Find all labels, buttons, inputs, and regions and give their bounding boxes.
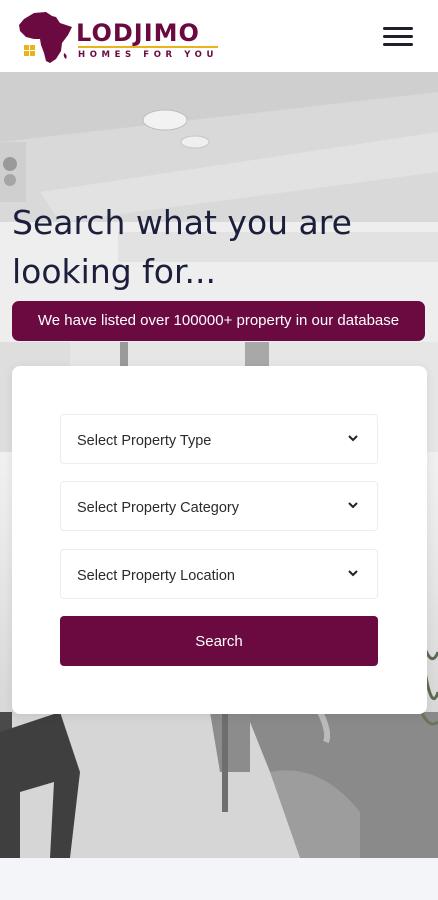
chevron-down-icon bbox=[348, 502, 358, 509]
hero-section: Search what you are looking for... We ha… bbox=[0, 72, 438, 858]
hamburger-icon bbox=[383, 43, 413, 46]
property-type-select[interactable]: Select Property Type bbox=[60, 414, 378, 464]
listing-count-banner: We have listed over 100000+ property in … bbox=[12, 301, 425, 341]
property-category-select[interactable]: Select Property Category bbox=[60, 481, 378, 531]
site-header: LODJIMO HOMES FOR YOU bbox=[0, 0, 438, 72]
chevron-down-icon bbox=[348, 570, 358, 577]
hero-headline: Search what you are looking for... bbox=[12, 203, 352, 291]
page-bottom-strip bbox=[0, 858, 438, 900]
property-type-label: Select Property Type bbox=[77, 433, 212, 449]
property-category-label: Select Property Category bbox=[77, 500, 239, 516]
chevron-down-icon bbox=[348, 435, 358, 442]
brand-logo[interactable]: LODJIMO HOMES FOR YOU bbox=[16, 9, 236, 65]
search-form-card: Select Property Type Select Property Cat… bbox=[12, 366, 427, 714]
menu-button[interactable] bbox=[380, 24, 416, 50]
brand-name: LODJIMO bbox=[76, 19, 200, 47]
property-location-select[interactable]: Select Property Location bbox=[60, 549, 378, 599]
hamburger-icon bbox=[383, 27, 413, 30]
search-button[interactable]: Search bbox=[60, 616, 378, 666]
hamburger-icon bbox=[383, 35, 413, 38]
property-location-label: Select Property Location bbox=[77, 568, 235, 584]
africa-map-logo-icon bbox=[19, 12, 72, 63]
brand-tagline: HOMES FOR YOU bbox=[78, 50, 219, 60]
brand-divider bbox=[78, 46, 218, 48]
